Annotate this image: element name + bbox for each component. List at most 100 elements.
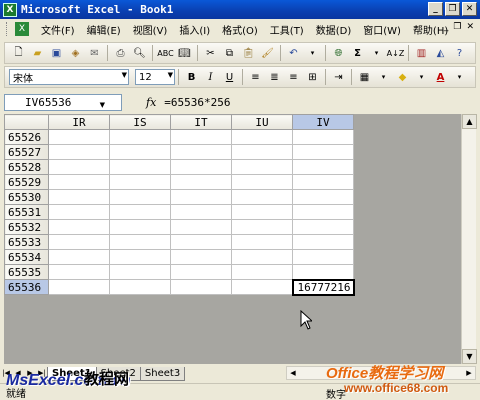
cell[interactable]: [48, 234, 110, 250]
row-header[interactable]: 65531: [4, 204, 49, 220]
cell[interactable]: [48, 264, 110, 280]
cell[interactable]: [231, 279, 293, 295]
cell[interactable]: [48, 144, 110, 160]
formula-input[interactable]: =65536*256: [164, 96, 230, 109]
help-icon[interactable]: ?: [452, 45, 468, 61]
cell[interactable]: [231, 144, 293, 160]
menu-insert[interactable]: 插入(I): [173, 22, 216, 37]
cell[interactable]: [170, 264, 232, 280]
undo-icon[interactable]: ↶: [286, 45, 302, 61]
cell[interactable]: [48, 279, 110, 295]
row-header[interactable]: 65526: [4, 129, 49, 145]
menu-data[interactable]: 数据(D): [310, 22, 358, 37]
scroll-down-icon[interactable]: ▼: [462, 349, 477, 364]
row-header[interactable]: 65535: [4, 264, 49, 280]
row-header[interactable]: 65527: [4, 144, 49, 160]
cell[interactable]: [109, 234, 171, 250]
borders-dropdown-icon[interactable]: ▾: [376, 69, 392, 85]
tab-sheet3[interactable]: Sheet3: [139, 366, 186, 381]
cell[interactable]: [292, 129, 354, 145]
permission-icon[interactable]: ◈: [68, 45, 84, 61]
cell[interactable]: [48, 159, 110, 175]
cell[interactable]: [170, 129, 232, 145]
workbook-icon[interactable]: X: [15, 22, 29, 36]
cell[interactable]: [231, 234, 293, 250]
print-preview-icon[interactable]: 🔍︎: [132, 45, 148, 61]
font-select[interactable]: 宋体 ▼: [9, 69, 129, 85]
font-size-select[interactable]: 12 ▼: [135, 69, 175, 85]
print-icon[interactable]: ⎙: [113, 45, 129, 61]
email-icon[interactable]: ✉: [87, 45, 103, 61]
cell[interactable]: [170, 249, 232, 265]
fill-color-icon[interactable]: ◆: [395, 69, 411, 85]
new-icon[interactable]: 🗋: [11, 45, 27, 61]
row-header-selected[interactable]: 65536: [4, 279, 49, 295]
open-icon[interactable]: ▰: [30, 45, 46, 61]
workbook-restore-button[interactable]: ❐: [453, 22, 461, 32]
cell[interactable]: [170, 144, 232, 160]
scroll-right-icon[interactable]: ▶: [463, 367, 475, 380]
restore-button[interactable]: ❐: [445, 2, 460, 16]
copy-icon[interactable]: ⧉: [222, 45, 238, 61]
cell[interactable]: [109, 279, 171, 295]
cell[interactable]: [292, 204, 354, 220]
font-color-dropdown-icon[interactable]: ▾: [452, 69, 468, 85]
cell[interactable]: [48, 204, 110, 220]
sort-ascending-icon[interactable]: A↓Z: [387, 45, 405, 61]
bold-button[interactable]: B: [184, 69, 200, 85]
cell[interactable]: [48, 189, 110, 205]
menu-view[interactable]: 视图(V): [127, 22, 174, 37]
column-header[interactable]: IU: [231, 114, 293, 130]
autosum-dropdown-icon[interactable]: ▾: [369, 45, 385, 61]
cell[interactable]: [170, 234, 232, 250]
font-color-icon[interactable]: A: [433, 69, 449, 85]
italic-button[interactable]: I: [203, 69, 219, 85]
underline-button[interactable]: U: [222, 69, 238, 85]
row-header[interactable]: 65534: [4, 249, 49, 265]
cell[interactable]: [292, 264, 354, 280]
undo-dropdown-icon[interactable]: ▾: [305, 45, 321, 61]
menu-file[interactable]: 文件(F): [35, 22, 81, 37]
cell[interactable]: [109, 189, 171, 205]
cell[interactable]: [170, 279, 232, 295]
cell[interactable]: [109, 144, 171, 160]
workbook-minimize-button[interactable]: _: [444, 22, 449, 32]
align-center-icon[interactable]: ≣: [267, 69, 283, 85]
cell[interactable]: [292, 219, 354, 235]
borders-icon[interactable]: ▦: [357, 69, 373, 85]
cell[interactable]: [292, 249, 354, 265]
column-header-selected[interactable]: IV: [292, 114, 354, 130]
spelling-icon[interactable]: ABC: [157, 45, 173, 61]
format-painter-icon[interactable]: 🖌︎: [260, 45, 276, 61]
cell[interactable]: [109, 174, 171, 190]
column-header[interactable]: IT: [170, 114, 232, 130]
row-header[interactable]: 65532: [4, 219, 49, 235]
column-header[interactable]: IR: [48, 114, 110, 130]
save-icon[interactable]: ▣: [49, 45, 65, 61]
cell[interactable]: [109, 249, 171, 265]
menu-window[interactable]: 窗口(W): [357, 22, 407, 37]
cell[interactable]: [231, 189, 293, 205]
cell[interactable]: [292, 189, 354, 205]
vertical-scrollbar[interactable]: ▲ ▼: [461, 114, 477, 364]
autosum-icon[interactable]: Σ: [350, 45, 366, 61]
cell[interactable]: [292, 144, 354, 160]
cell[interactable]: [109, 219, 171, 235]
close-button[interactable]: ✕: [462, 2, 477, 16]
insert-function-icon[interactable]: fx: [146, 96, 156, 109]
cell[interactable]: [170, 204, 232, 220]
cell[interactable]: [170, 174, 232, 190]
chevron-down-icon[interactable]: ▼: [100, 98, 105, 113]
merge-center-icon[interactable]: ⊞: [305, 69, 321, 85]
toolbar-grip[interactable]: [6, 22, 9, 36]
cell[interactable]: [109, 159, 171, 175]
scroll-left-icon[interactable]: ◀: [287, 367, 299, 380]
cell[interactable]: [48, 174, 110, 190]
cell[interactable]: [48, 249, 110, 265]
cell[interactable]: [170, 189, 232, 205]
menu-format[interactable]: 格式(O): [216, 22, 264, 37]
menu-tools[interactable]: 工具(T): [264, 22, 310, 37]
cut-icon[interactable]: ✂: [203, 45, 219, 61]
cell[interactable]: [170, 159, 232, 175]
cell[interactable]: [170, 219, 232, 235]
